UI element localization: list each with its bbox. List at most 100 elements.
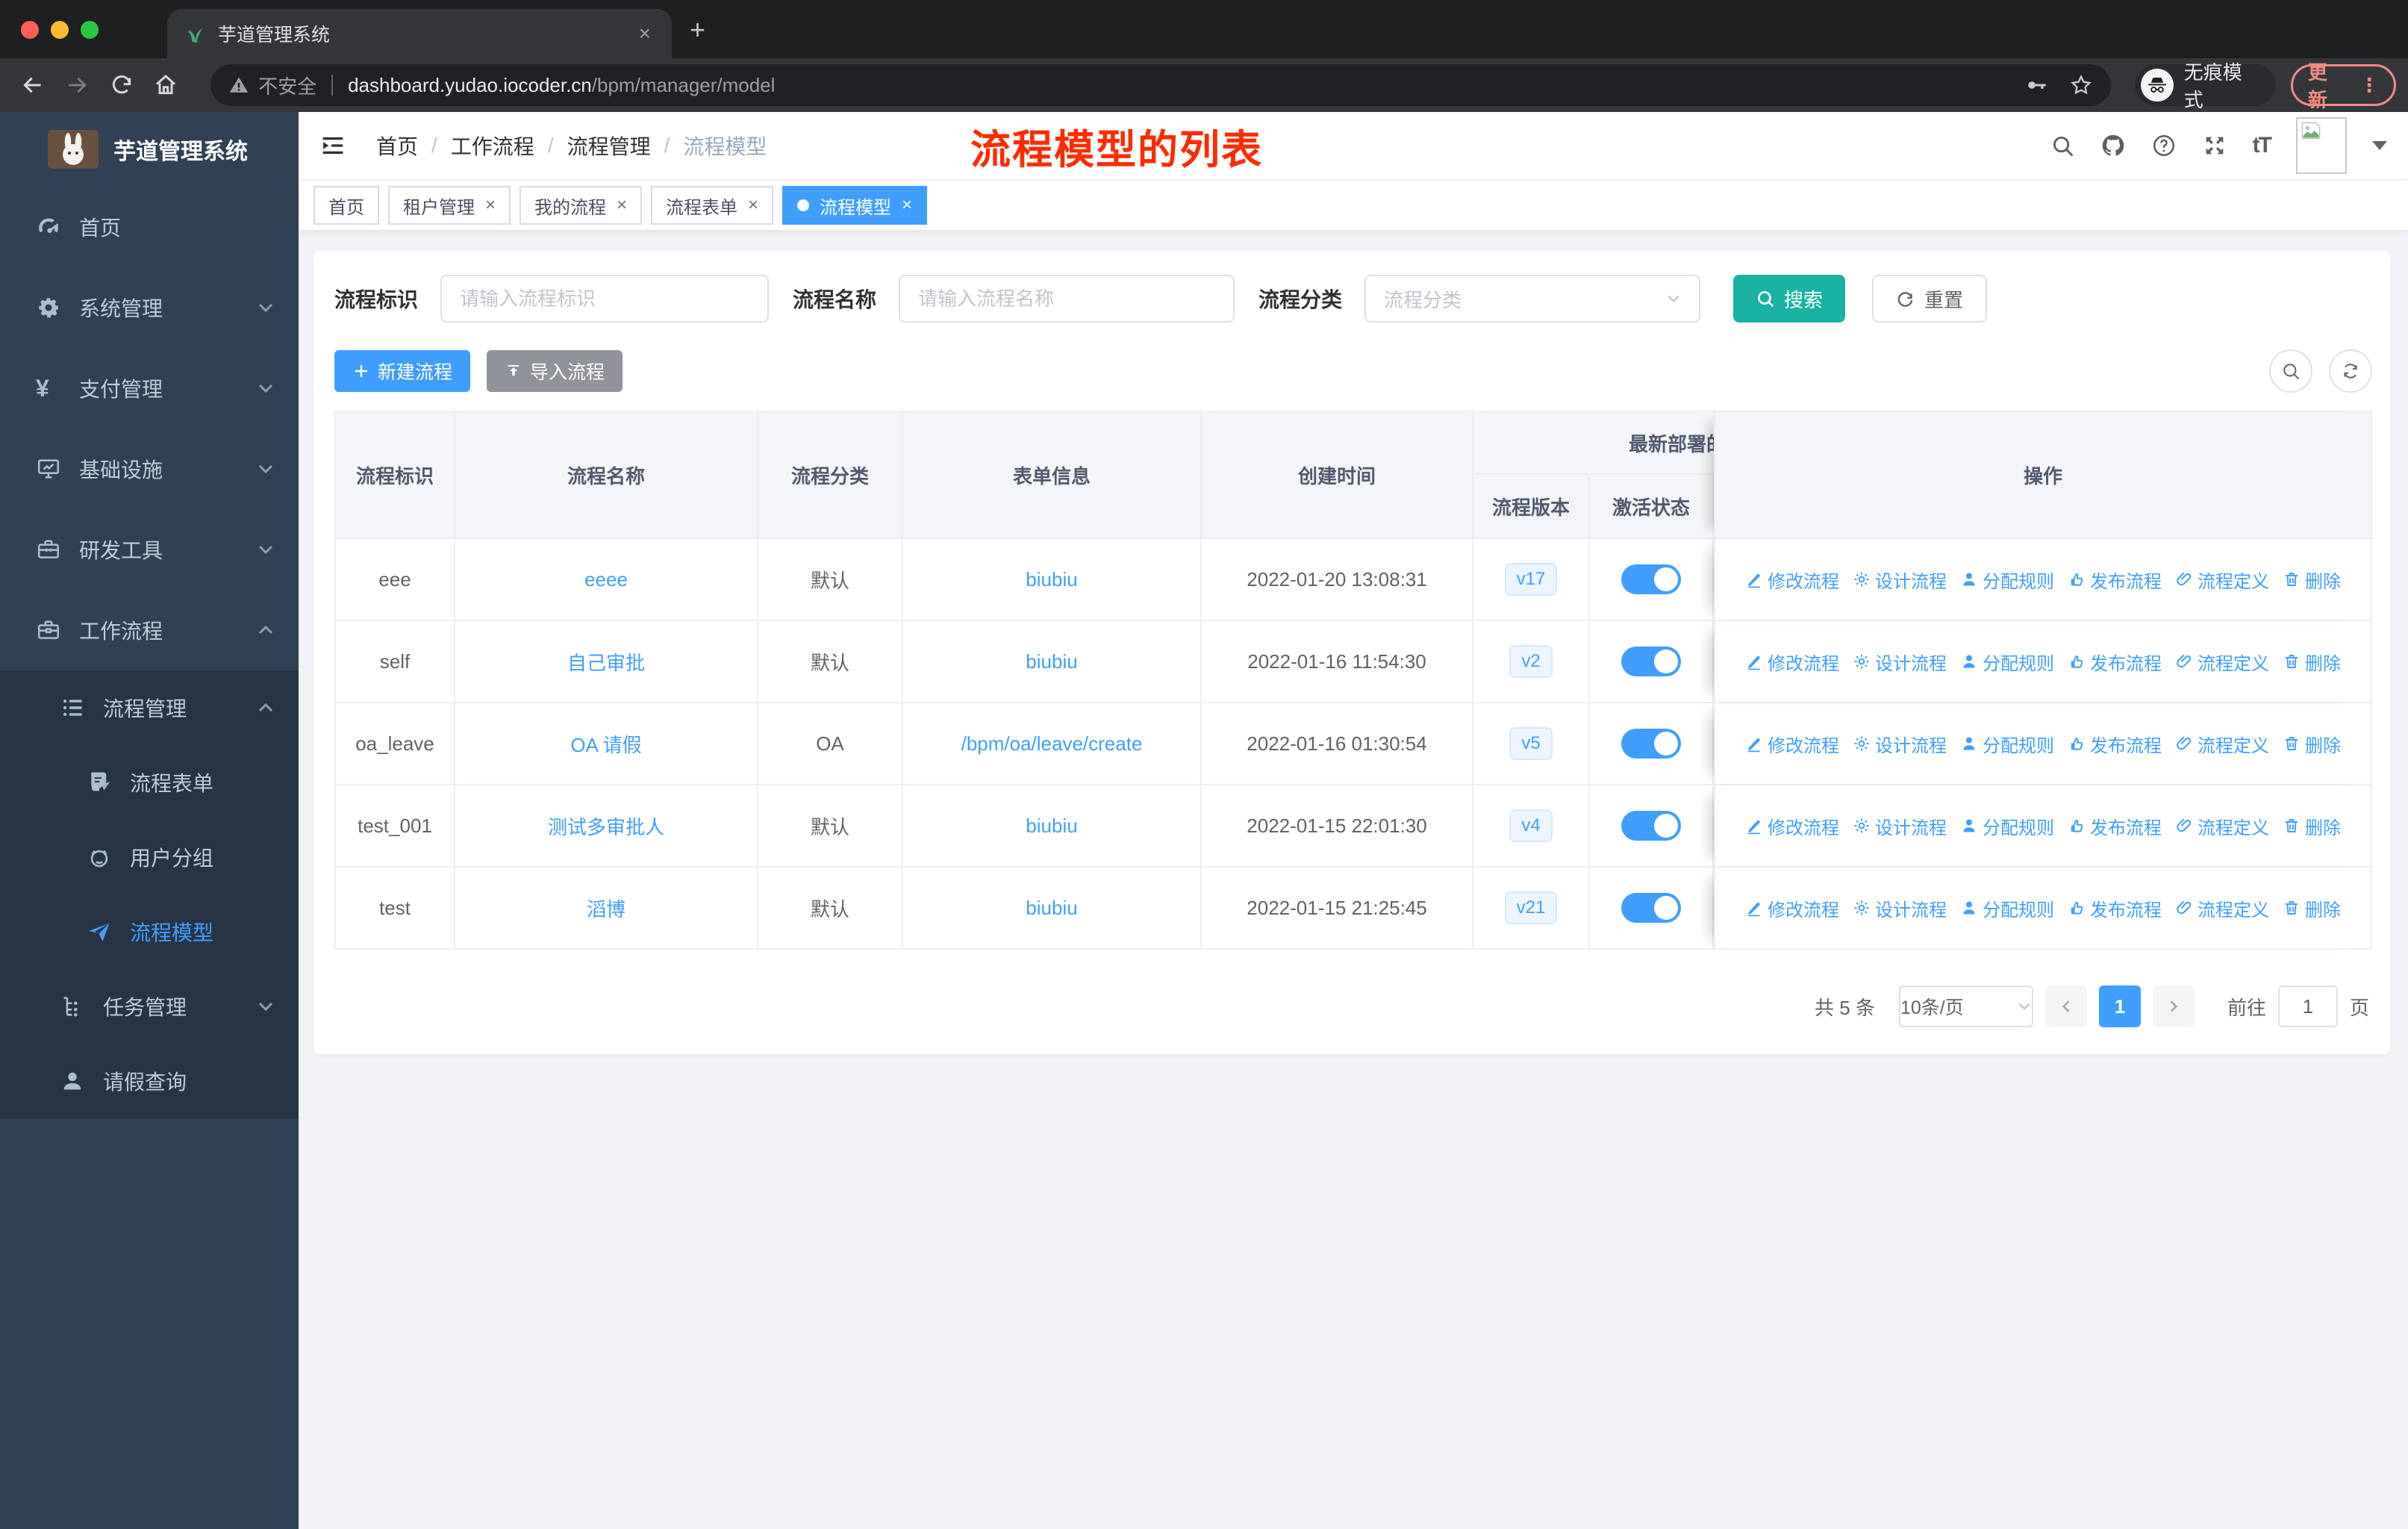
font-size-icon[interactable]: tT — [2253, 133, 2272, 158]
action-assign[interactable]: 分配规则 — [1960, 731, 2054, 757]
import-process-button[interactable]: 导入流程 — [487, 350, 623, 392]
refresh-icon-button[interactable] — [2329, 349, 2372, 393]
active-status-toggle[interactable] — [1621, 893, 1681, 923]
close-window-button[interactable] — [21, 21, 39, 39]
goto-page-input[interactable] — [2277, 985, 2338, 1027]
tag-close-icon[interactable]: × — [902, 195, 912, 216]
tag-process-model[interactable]: 流程模型 × — [782, 186, 928, 225]
security-label[interactable]: 不安全 — [258, 72, 316, 99]
action-modify[interactable]: 修改流程 — [1745, 649, 1839, 675]
home-icon[interactable] — [146, 64, 187, 106]
breadcrumb-item[interactable]: 首页 — [376, 131, 418, 161]
action-design[interactable]: 设计流程 — [1853, 895, 1947, 921]
cell-name-link[interactable]: eeee — [584, 568, 628, 591]
sidebar-item-payment[interactable]: ¥ 支付管理 — [0, 348, 299, 429]
action-delete[interactable]: 删除 — [2283, 567, 2341, 593]
cell-name-link[interactable]: OA 请假 — [570, 730, 641, 758]
next-page-button[interactable] — [2152, 985, 2195, 1027]
key-icon[interactable] — [2024, 73, 2048, 97]
sidebar-item-infra[interactable]: 基础设施 — [0, 429, 299, 509]
forward-icon[interactable] — [57, 64, 99, 106]
sidebar-item-process-form[interactable]: 流程表单 — [0, 745, 299, 820]
browser-tab[interactable]: 芋道管理系统 × — [167, 9, 672, 58]
tag-tenant[interactable]: 租户管理 × — [388, 186, 511, 225]
help-icon[interactable] — [2151, 133, 2177, 158]
action-assign[interactable]: 分配规则 — [1960, 567, 2054, 593]
action-design[interactable]: 设计流程 — [1853, 567, 1947, 593]
sidebar-item-home[interactable]: 首页 — [0, 187, 299, 267]
sidebar-item-system[interactable]: 系统管理 — [0, 267, 299, 348]
cell-name-link[interactable]: 滔博 — [587, 894, 626, 922]
sidebar-item-task-mgmt[interactable]: 任务管理 — [0, 969, 299, 1044]
tag-my-process[interactable]: 我的流程 × — [520, 186, 643, 225]
action-publish[interactable]: 发布流程 — [2068, 649, 2162, 675]
action-design[interactable]: 设计流程 — [1853, 813, 1947, 839]
action-assign[interactable]: 分配规则 — [1960, 649, 2054, 675]
cell-form-link[interactable]: biubiu — [1026, 897, 1077, 920]
action-definition[interactable]: 流程定义 — [2175, 567, 2269, 593]
sidebar-fold-icon[interactable] — [319, 132, 346, 159]
page-size-select[interactable]: 10条/页 — [1898, 985, 2033, 1027]
cell-name-link[interactable]: 自己审批 — [567, 648, 645, 676]
new-tab-button[interactable]: + — [690, 16, 705, 43]
action-publish[interactable]: 发布流程 — [2068, 731, 2162, 757]
sidebar-item-user-group[interactable]: 用户分组 — [0, 820, 299, 894]
action-design[interactable]: 设计流程 — [1853, 731, 1947, 757]
avatar-caret-icon[interactable] — [2372, 141, 2387, 150]
tag-process-form[interactable]: 流程表单 × — [651, 186, 774, 225]
sidebar-item-workflow[interactable]: 工作流程 — [0, 590, 299, 670]
action-publish[interactable]: 发布流程 — [2068, 813, 2162, 839]
tag-close-icon[interactable]: × — [617, 195, 627, 216]
sidebar-item-devtools[interactable]: 研发工具 — [0, 509, 299, 590]
address-bar[interactable]: 不安全 dashboard.yudao.iocoder.cn/bpm/manag… — [210, 64, 2112, 106]
create-process-button[interactable]: 新建流程 — [334, 350, 471, 392]
sidebar-item-leave-query[interactable]: 请假查询 — [0, 1044, 299, 1118]
reset-button[interactable]: 重置 — [1872, 275, 1988, 323]
avatar[interactable] — [2296, 117, 2347, 174]
browser-menu-icon[interactable]: ⋮ — [2359, 74, 2379, 97]
search-button[interactable]: 搜索 — [1733, 275, 1846, 323]
fullscreen-icon[interactable] — [2202, 133, 2227, 158]
security-warning-icon[interactable] — [228, 75, 249, 96]
action-publish[interactable]: 发布流程 — [2068, 567, 2162, 593]
action-assign[interactable]: 分配规则 — [1960, 813, 2054, 839]
back-icon[interactable] — [12, 64, 54, 106]
cell-form-link[interactable]: /bpm/oa/leave/create — [961, 732, 1143, 756]
cell-form-link[interactable]: biubiu — [1026, 815, 1077, 838]
bookmark-star-icon[interactable] — [2069, 73, 2093, 97]
action-modify[interactable]: 修改流程 — [1745, 813, 1839, 839]
action-assign[interactable]: 分配规则 — [1960, 895, 2054, 921]
action-design[interactable]: 设计流程 — [1853, 649, 1947, 675]
action-modify[interactable]: 修改流程 — [1745, 567, 1839, 593]
breadcrumb-item[interactable]: 流程管理 — [567, 131, 651, 161]
reload-icon[interactable] — [101, 64, 143, 106]
sidebar-item-process-model[interactable]: 流程模型 — [0, 894, 299, 969]
action-modify[interactable]: 修改流程 — [1745, 731, 1839, 757]
github-icon[interactable] — [2100, 133, 2126, 158]
action-delete[interactable]: 删除 — [2283, 731, 2341, 757]
action-definition[interactable]: 流程定义 — [2175, 731, 2269, 757]
active-status-toggle[interactable] — [1621, 729, 1681, 759]
maximize-window-button[interactable] — [81, 21, 99, 39]
tag-close-icon[interactable]: × — [485, 195, 496, 216]
active-status-toggle[interactable] — [1621, 647, 1681, 676]
filter-name-input[interactable] — [899, 275, 1235, 323]
cell-name-link[interactable]: 测试多审批人 — [548, 812, 664, 840]
tag-close-icon[interactable]: × — [748, 195, 758, 216]
active-status-toggle[interactable] — [1621, 811, 1681, 841]
tag-home[interactable]: 首页 — [314, 186, 379, 225]
minimize-window-button[interactable] — [51, 21, 69, 39]
action-delete[interactable]: 删除 — [2283, 813, 2341, 839]
action-definition[interactable]: 流程定义 — [2175, 649, 2269, 675]
filter-key-input[interactable] — [440, 275, 770, 323]
action-publish[interactable]: 发布流程 — [2068, 895, 2162, 921]
show-search-icon-button[interactable] — [2269, 349, 2312, 393]
cell-form-link[interactable]: biubiu — [1026, 650, 1077, 673]
action-delete[interactable]: 删除 — [2283, 649, 2341, 675]
active-status-toggle[interactable] — [1621, 564, 1681, 594]
action-delete[interactable]: 删除 — [2283, 895, 2341, 921]
action-modify[interactable]: 修改流程 — [1745, 895, 1839, 921]
browser-update-button[interactable]: 更新 ⋮ — [2290, 61, 2397, 111]
cell-form-link[interactable]: biubiu — [1026, 568, 1077, 591]
prev-page-button[interactable] — [2044, 985, 2087, 1027]
